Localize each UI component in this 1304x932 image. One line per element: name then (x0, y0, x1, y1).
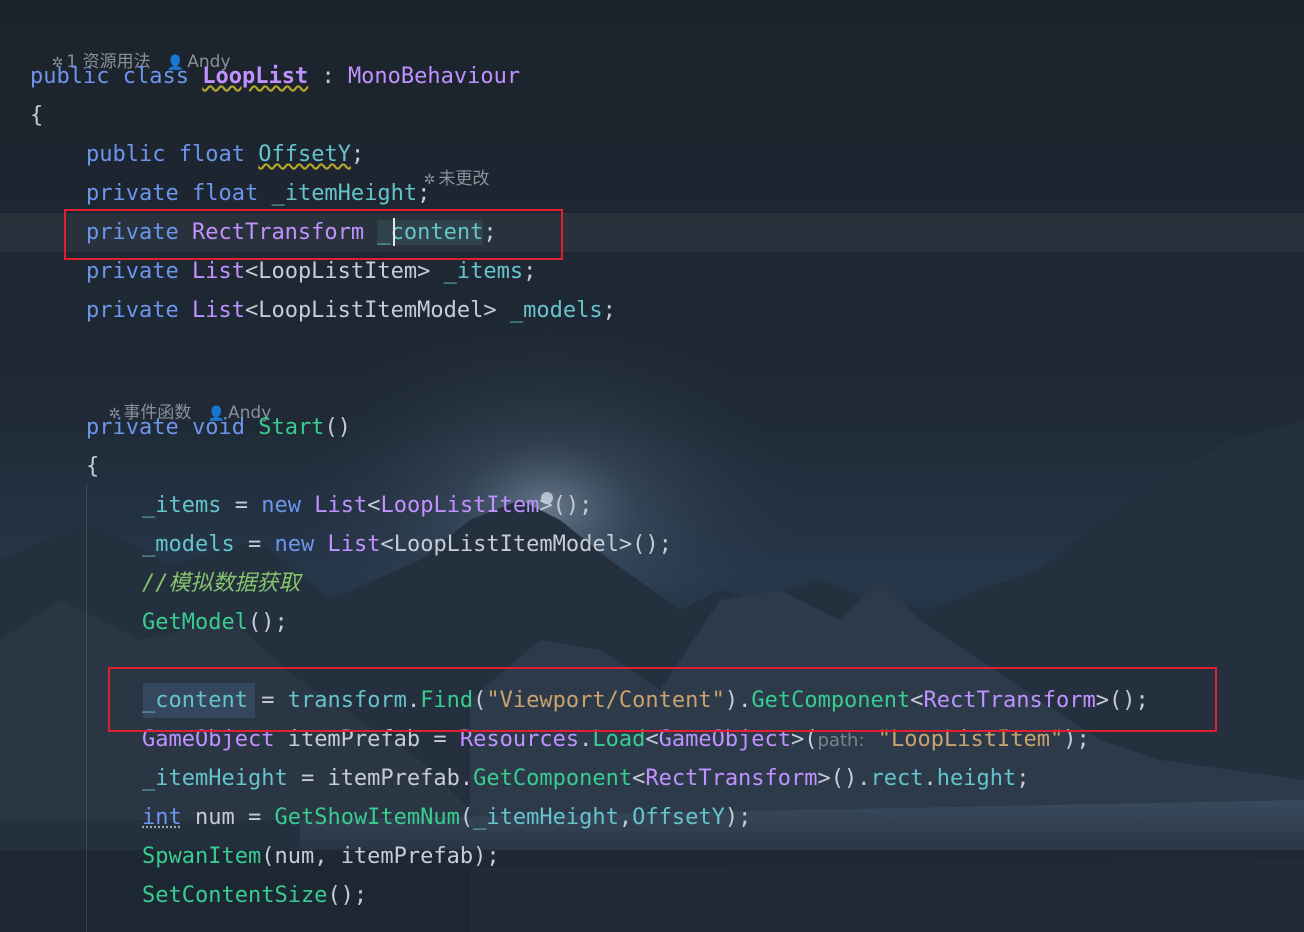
code-line-num-calc[interactable]: int num = GetShowItemNum(_itemHeight,Off… (142, 798, 751, 837)
parameter-name-hint: path: (817, 730, 865, 751)
code-line-getmodel-call[interactable]: GetModel(); (142, 603, 288, 642)
highlight-box-content-field (64, 209, 563, 260)
code-line-start-method[interactable]: private void Start() (86, 408, 351, 447)
code-line-itemheight-assign[interactable]: _itemHeight = itemPrefab.GetComponent<Re… (142, 759, 1029, 798)
code-line-itemheight[interactable]: private float _itemHeight; (86, 174, 430, 213)
code-line-set-content-size[interactable]: SetContentSize(); (142, 876, 367, 915)
class-name-looplist[interactable]: LoopList (202, 64, 308, 89)
comment-text: //模拟数据获取 (142, 571, 301, 596)
code-editor[interactable]: ✲ 1 资源用法 👤 Andy public class LoopList : Mo… (0, 0, 1304, 932)
class-codelens[interactable]: ✲ 1 资源用法 👤 Andy (30, 29, 231, 72)
code-line-class-declaration[interactable]: public class LoopList : MonoBehaviour (30, 57, 520, 96)
code-line-spawn-item[interactable]: SpwanItem(num, itemPrefab); (142, 837, 500, 876)
code-line-method-open-brace[interactable]: { (86, 447, 99, 486)
start-codelens[interactable]: ✲ 事件函数 👤 Andy (87, 380, 272, 423)
code-line-items-init[interactable]: _items = new List<LoopListItem>(); (142, 486, 592, 525)
method-start[interactable]: Start (258, 415, 324, 440)
code-line-offsety[interactable]: public float OffsetY; (86, 135, 364, 174)
code-line-comment[interactable]: //模拟数据获取 (142, 564, 301, 603)
code-line-models-declaration[interactable]: private List<LoopListItemModel> _models; (86, 291, 616, 330)
highlight-box-content-assignment (108, 667, 1217, 732)
code-line-models-init[interactable]: _models = new List<LoopListItemModel>(); (142, 525, 672, 564)
indent-guide (86, 484, 87, 932)
offsety-codelens[interactable]: ✲ 未更改 (402, 146, 490, 189)
status-hint[interactable]: 未更改 (438, 169, 489, 189)
field-offsety[interactable]: OffsetY (258, 142, 351, 167)
code-line-open-brace[interactable]: { (30, 96, 43, 135)
